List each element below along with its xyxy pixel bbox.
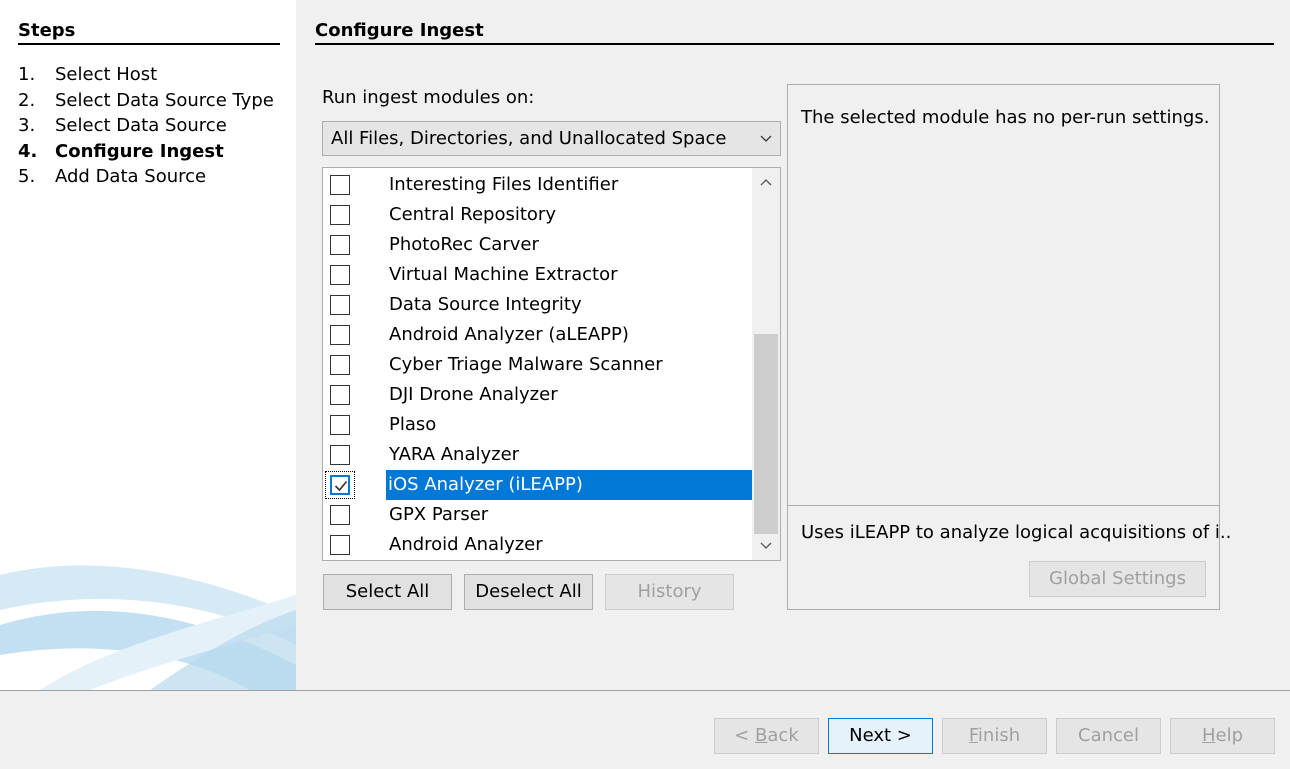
module-checkbox[interactable]	[330, 505, 350, 525]
select-all-button[interactable]: Select All	[323, 574, 452, 610]
history-button[interactable]: History	[605, 574, 734, 610]
module-label: Data Source Integrity	[389, 294, 582, 315]
module-label: PhotoRec Carver	[389, 234, 539, 255]
run-ingest-label: Run ingest modules on:	[322, 87, 535, 108]
module-checkbox[interactable]	[330, 325, 350, 345]
next-button[interactable]: Next >	[828, 718, 933, 754]
module-checkbox[interactable]	[330, 205, 350, 225]
chevron-down-icon	[760, 122, 772, 168]
module-label: Android Analyzer (aLEAPP)	[389, 324, 629, 345]
checkmark-icon	[334, 480, 348, 492]
module-label: GPX Parser	[389, 504, 489, 525]
page-title: Configure Ingest	[315, 20, 1274, 45]
steps-pane: Steps 1. Select Host 2. Select Data Source…	[0, 0, 296, 690]
step-5: 5. Add Data Source	[18, 166, 207, 187]
module-checkbox[interactable]	[330, 445, 350, 465]
module-row-selected[interactable]: iOS Analyzer (iLEAPP)	[323, 470, 753, 500]
module-checkbox[interactable]	[330, 385, 350, 405]
combo-value: All Files, Directories, and Unallocated …	[331, 128, 727, 149]
cancel-button[interactable]: Cancel	[1056, 718, 1161, 754]
global-settings-button[interactable]: Global Settings	[1029, 561, 1206, 597]
scroll-down-arrow-icon[interactable]	[752, 532, 780, 560]
module-list-scrollbar[interactable]	[752, 168, 780, 560]
steps-list: 1. Select Host 2. Select Data Source Type …	[18, 62, 274, 190]
module-row[interactable]: Interesting Files Identifier	[323, 170, 753, 200]
module-checkbox[interactable]	[330, 355, 350, 375]
module-label: YARA Analyzer	[389, 444, 520, 465]
help-button[interactable]: Help	[1170, 718, 1275, 754]
module-checkbox-checked[interactable]	[330, 475, 350, 495]
scrollbar-thumb[interactable]	[754, 334, 778, 534]
module-row[interactable]: Central Repository	[323, 200, 753, 230]
step-4-current: 4. Configure Ingest	[18, 140, 224, 162]
finish-button[interactable]: Finish	[942, 718, 1047, 754]
module-row[interactable]: Android Analyzer (aLEAPP)	[323, 320, 753, 350]
module-row[interactable]: Plaso	[323, 410, 753, 440]
module-label: Interesting Files Identifier	[389, 174, 619, 195]
step-2: 2. Select Data Source Type	[18, 89, 274, 111]
module-checkbox[interactable]	[330, 175, 350, 195]
back-button[interactable]: < Back	[714, 718, 819, 754]
module-description-panel: Uses iLEAPP to analyze logical acquisiti…	[788, 505, 1231, 609]
step-1: 1. Select Host	[18, 64, 158, 85]
module-label: Virtual Machine Extractor	[389, 264, 618, 285]
step-3: 3. Select Data Source	[18, 115, 227, 136]
steps-title: Steps	[18, 20, 280, 45]
module-description: Uses iLEAPP to analyze logical acquisiti…	[801, 522, 1232, 543]
module-row[interactable]: DJI Drone Analyzer	[323, 380, 753, 410]
module-label: Central Repository	[389, 204, 556, 225]
module-label: Plaso	[389, 414, 437, 435]
module-checkbox[interactable]	[330, 535, 350, 555]
decorative-swoosh-graphic	[0, 565, 296, 690]
module-settings-panel: The selected module has no per-run setti…	[787, 84, 1231, 610]
module-row[interactable]: Cyber Triage Malware Scanner	[323, 350, 753, 380]
ingest-module-list[interactable]: Interesting Files Identifier Central Rep…	[322, 167, 781, 561]
deselect-all-button[interactable]: Deselect All	[464, 574, 593, 610]
run-ingest-on-select[interactable]: All Files, Directories, and Unallocated …	[322, 121, 781, 156]
module-label: Cyber Triage Malware Scanner	[389, 354, 663, 375]
module-row[interactable]: PhotoRec Carver	[323, 230, 753, 260]
module-row[interactable]: Data Source Integrity	[323, 290, 753, 320]
module-label: Android Analyzer	[389, 534, 543, 555]
module-checkbox[interactable]	[330, 415, 350, 435]
module-row[interactable]: YARA Analyzer	[323, 440, 753, 470]
module-row[interactable]: GPX Parser	[323, 500, 753, 530]
footer-separator	[0, 690, 1290, 691]
module-label: iOS Analyzer (iLEAPP)	[386, 470, 753, 500]
module-label: DJI Drone Analyzer	[389, 384, 558, 405]
module-row[interactable]: Virtual Machine Extractor	[323, 260, 753, 290]
scroll-up-arrow-icon[interactable]	[752, 168, 780, 196]
module-row[interactable]: Android Analyzer	[323, 530, 753, 560]
settings-message: The selected module has no per-run setti…	[801, 107, 1210, 128]
module-checkbox[interactable]	[330, 265, 350, 285]
module-checkbox[interactable]	[330, 295, 350, 315]
module-checkbox[interactable]	[330, 235, 350, 255]
